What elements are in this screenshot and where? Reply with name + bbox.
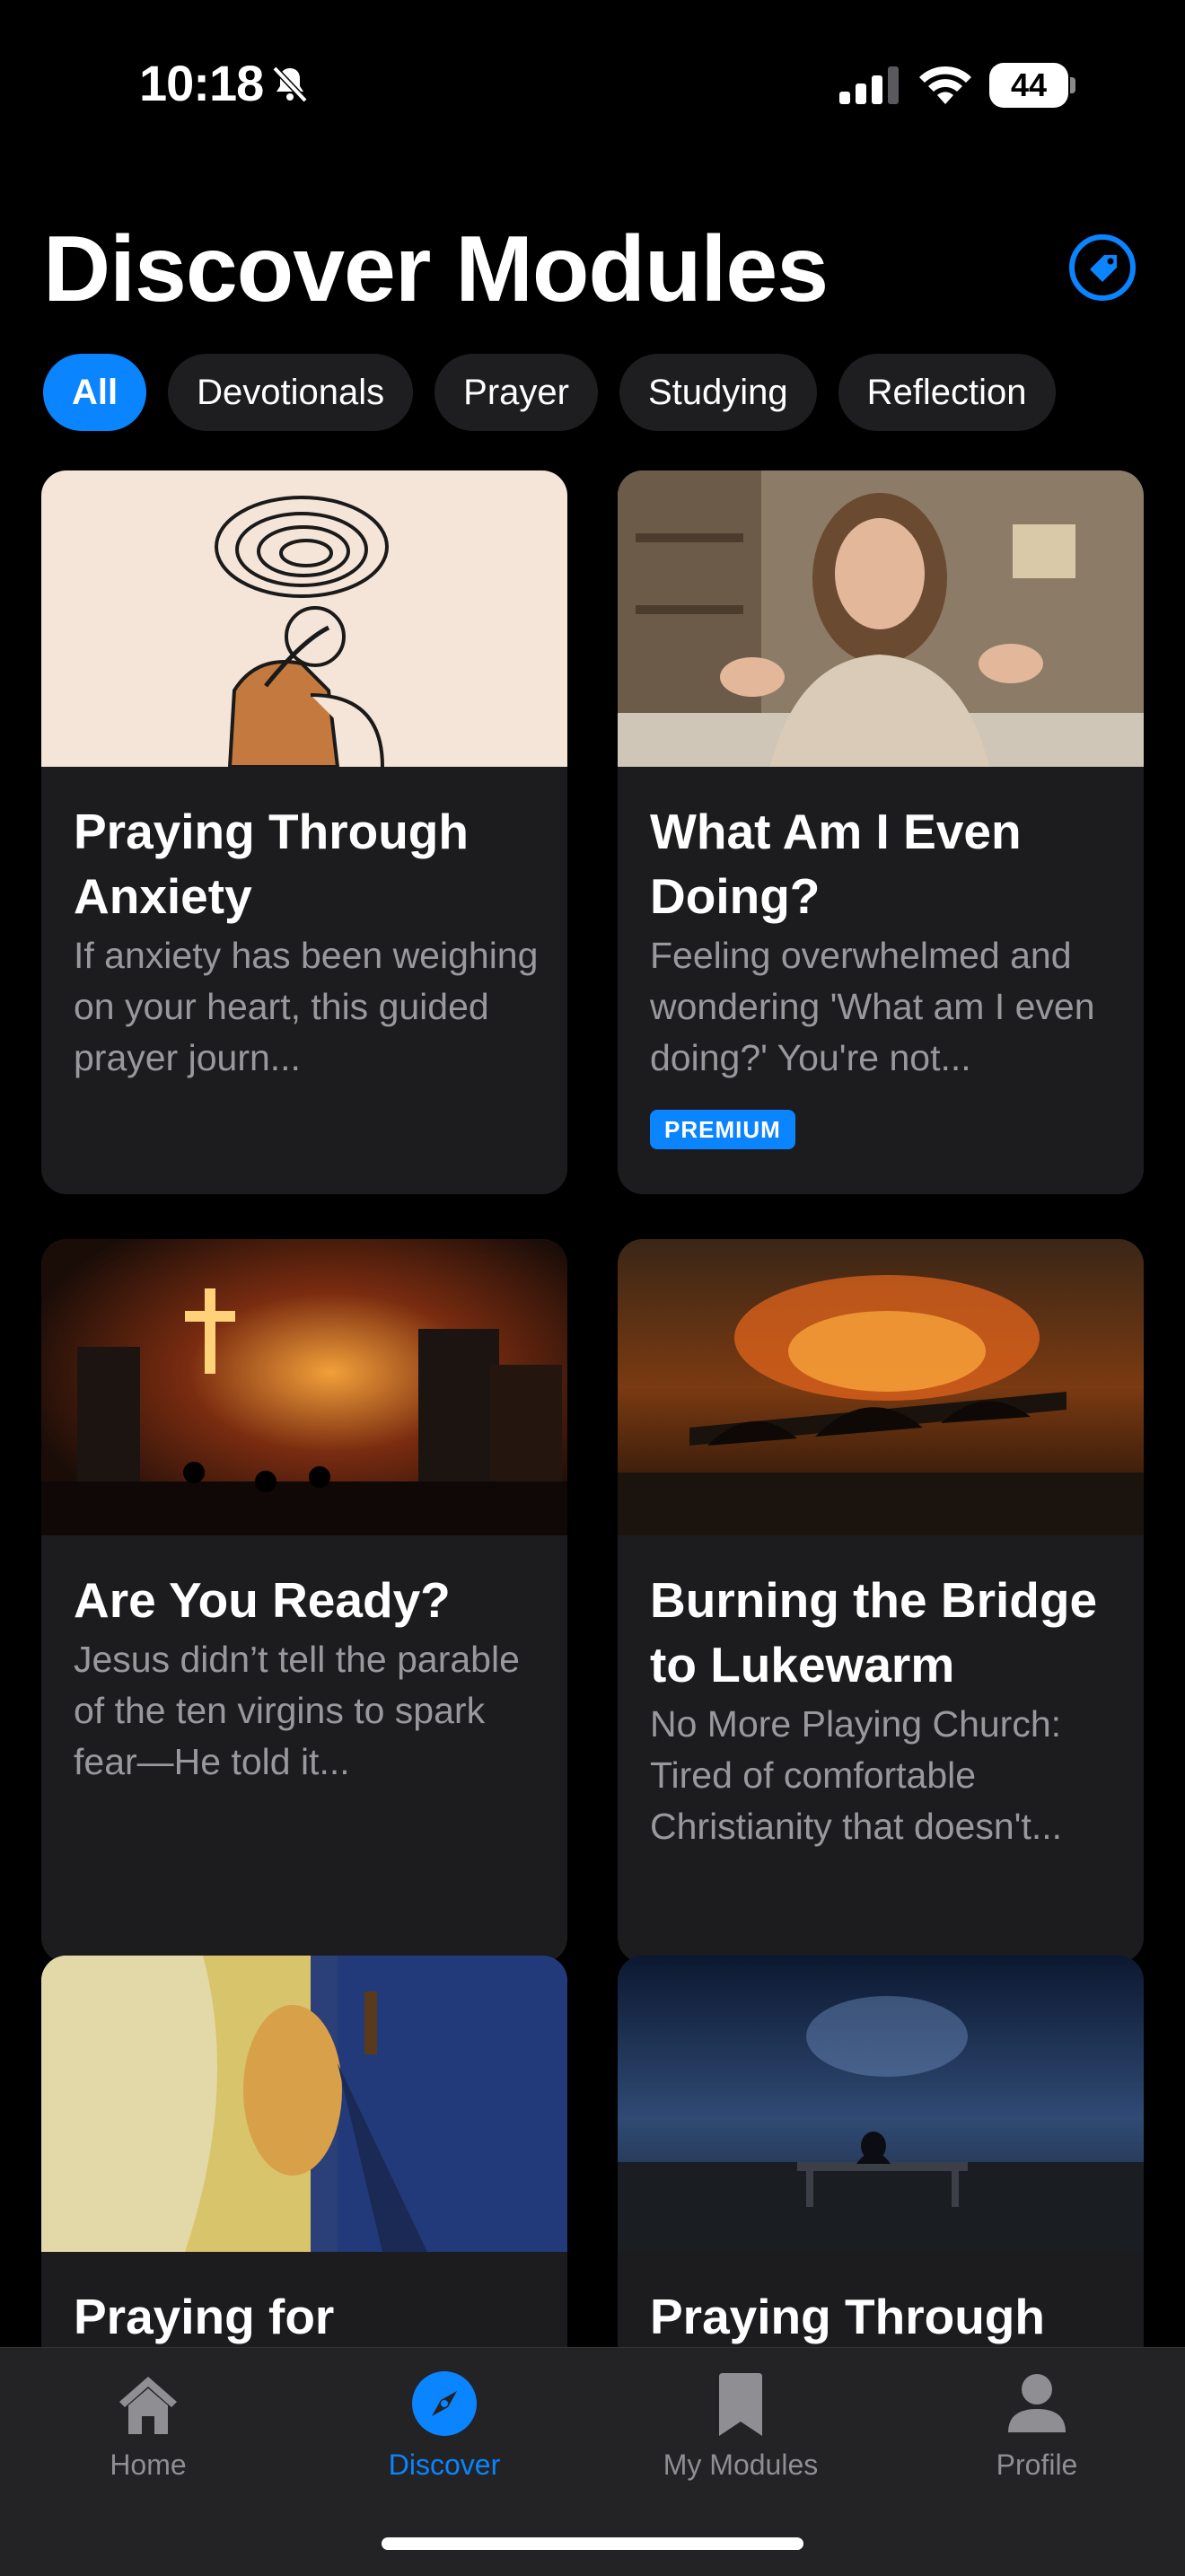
module-title: Praying Through Anxiety [74,804,469,924]
bookmark-icon [719,2373,762,2436]
compass-icon [412,2371,477,2436]
module-title: Praying for [74,2289,335,2344]
filter-chip-prayer[interactable]: Prayer [434,354,598,431]
module-description: Feeling overwhelmed and wondering 'What … [650,935,1095,1078]
filter-chips: All Devotionals Prayer Studying Reflecti… [43,354,1056,431]
module-thumbnail [618,470,1144,767]
page-title: Discover Modules [43,217,829,321]
tab-my-modules[interactable]: My Modules [592,2348,889,2492]
filter-chip-all[interactable]: All [43,354,147,431]
module-thumbnail [618,1956,1144,2252]
status-bar: 10:18 44 [0,0,1185,171]
module-card[interactable]: What Am I Even Doing? Feeling overwhelme… [618,470,1144,1194]
module-description: If anxiety has been weighing on your hea… [74,935,539,1078]
filter-chip-devotionals[interactable]: Devotionals [168,354,414,431]
battery-icon: 44 [989,63,1075,108]
module-thumbnail [41,470,567,767]
tab-discover[interactable]: Discover [296,2348,592,2492]
home-indicator[interactable] [382,2537,803,2550]
tab-label: Discover [388,2449,501,2481]
tab-profile[interactable]: Profile [889,2348,1185,2492]
bell-slash-icon [272,66,308,103]
status-time: 10:18 [139,55,264,111]
filter-chip-studying[interactable]: Studying [619,354,817,431]
tab-label: Profile [996,2449,1078,2481]
module-card[interactable]: Praying Through [618,1956,1144,2347]
tab-label: Home [110,2449,187,2481]
module-title: Burning the Bridge to Lukewarm [650,1572,1098,1692]
tag-icon[interactable] [1068,233,1137,302]
tab-home[interactable]: Home [0,2348,296,2492]
premium-badge: PREMIUM [650,1110,795,1149]
house-icon [119,2377,177,2434]
module-description: No More Playing Church: Tired of comfort… [650,1703,1063,1847]
tab-label: My Modules [663,2449,819,2481]
module-thumbnail [41,1956,567,2252]
module-title: Are You Ready? [74,1572,451,1628]
module-card[interactable]: Praying Through Anxiety If anxiety has b… [41,470,567,1194]
module-card[interactable]: Praying for [41,1956,567,2347]
person-icon [1008,2374,1066,2432]
module-title: Praying Through [650,2289,1045,2344]
wifi-icon [919,66,971,104]
module-description: Jesus didn’t tell the parable of the ten… [74,1639,520,1782]
module-thumbnail [618,1239,1144,1535]
module-card[interactable]: Burning the Bridge to Lukewarm No More P… [618,1239,1144,1963]
module-title: What Am I Even Doing? [650,804,1022,924]
module-grid: Praying Through Anxiety If anxiety has b… [41,470,1144,2347]
cellular-signal-icon [839,66,899,104]
module-thumbnail [41,1239,567,1535]
filter-chip-reflection[interactable]: Reflection [838,354,1056,431]
battery-level: 44 [1010,66,1048,103]
module-card[interactable]: Are You Ready? Jesus didn’t tell the par… [41,1239,567,1963]
